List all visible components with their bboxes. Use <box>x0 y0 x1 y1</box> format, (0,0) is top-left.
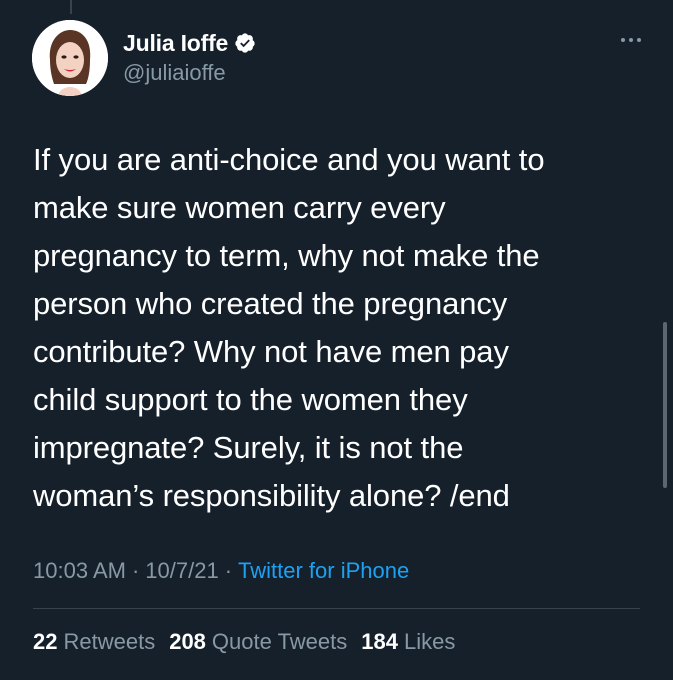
meta-separator: · <box>224 558 233 583</box>
display-name-row: Julia Ioffe <box>123 28 256 58</box>
scrollbar[interactable] <box>663 322 667 488</box>
divider <box>33 608 640 609</box>
likes-count: 184 <box>361 629 398 654</box>
tweet-metadata: 10:03 AM · 10/7/21 · Twitter for iPhone <box>33 558 409 584</box>
tweet-source-link[interactable]: Twitter for iPhone <box>238 558 409 583</box>
more-dot <box>629 38 633 42</box>
display-name[interactable]: Julia Ioffe <box>123 30 228 57</box>
tweet-stats: 22 Retweets 208 Quote Tweets 184 Likes <box>33 629 455 655</box>
retweets-count: 22 <box>33 629 58 654</box>
author-handle[interactable]: @juliaioffe <box>123 60 256 86</box>
likes-label: Likes <box>403 629 456 654</box>
meta-separator: · <box>131 558 140 583</box>
verified-badge-icon <box>234 32 256 54</box>
avatar[interactable] <box>32 20 108 96</box>
tweet-text: If you are anti-choice and you want to m… <box>33 142 545 513</box>
retweets-label: Retweets <box>63 629 156 654</box>
thread-connector-line <box>70 0 72 14</box>
tweet-date[interactable]: 10/7/21 <box>145 558 218 583</box>
likes-stat[interactable]: 184 Likes <box>361 629 455 655</box>
quote-tweets-stat[interactable]: 208 Quote Tweets <box>169 629 347 655</box>
retweets-stat[interactable]: 22 Retweets <box>33 629 155 655</box>
quote-tweets-count: 208 <box>169 629 206 654</box>
more-dot <box>637 38 641 42</box>
more-options-icon[interactable] <box>611 32 641 48</box>
more-dot <box>621 38 625 42</box>
quote-tweets-label: Quote Tweets <box>211 629 348 654</box>
tweet-time[interactable]: 10:03 AM <box>33 558 126 583</box>
tweet-header: Julia Ioffe @juliaioffe <box>32 20 641 100</box>
author-names: Julia Ioffe @juliaioffe <box>123 28 256 86</box>
avatar-portrait-icon <box>32 20 108 96</box>
